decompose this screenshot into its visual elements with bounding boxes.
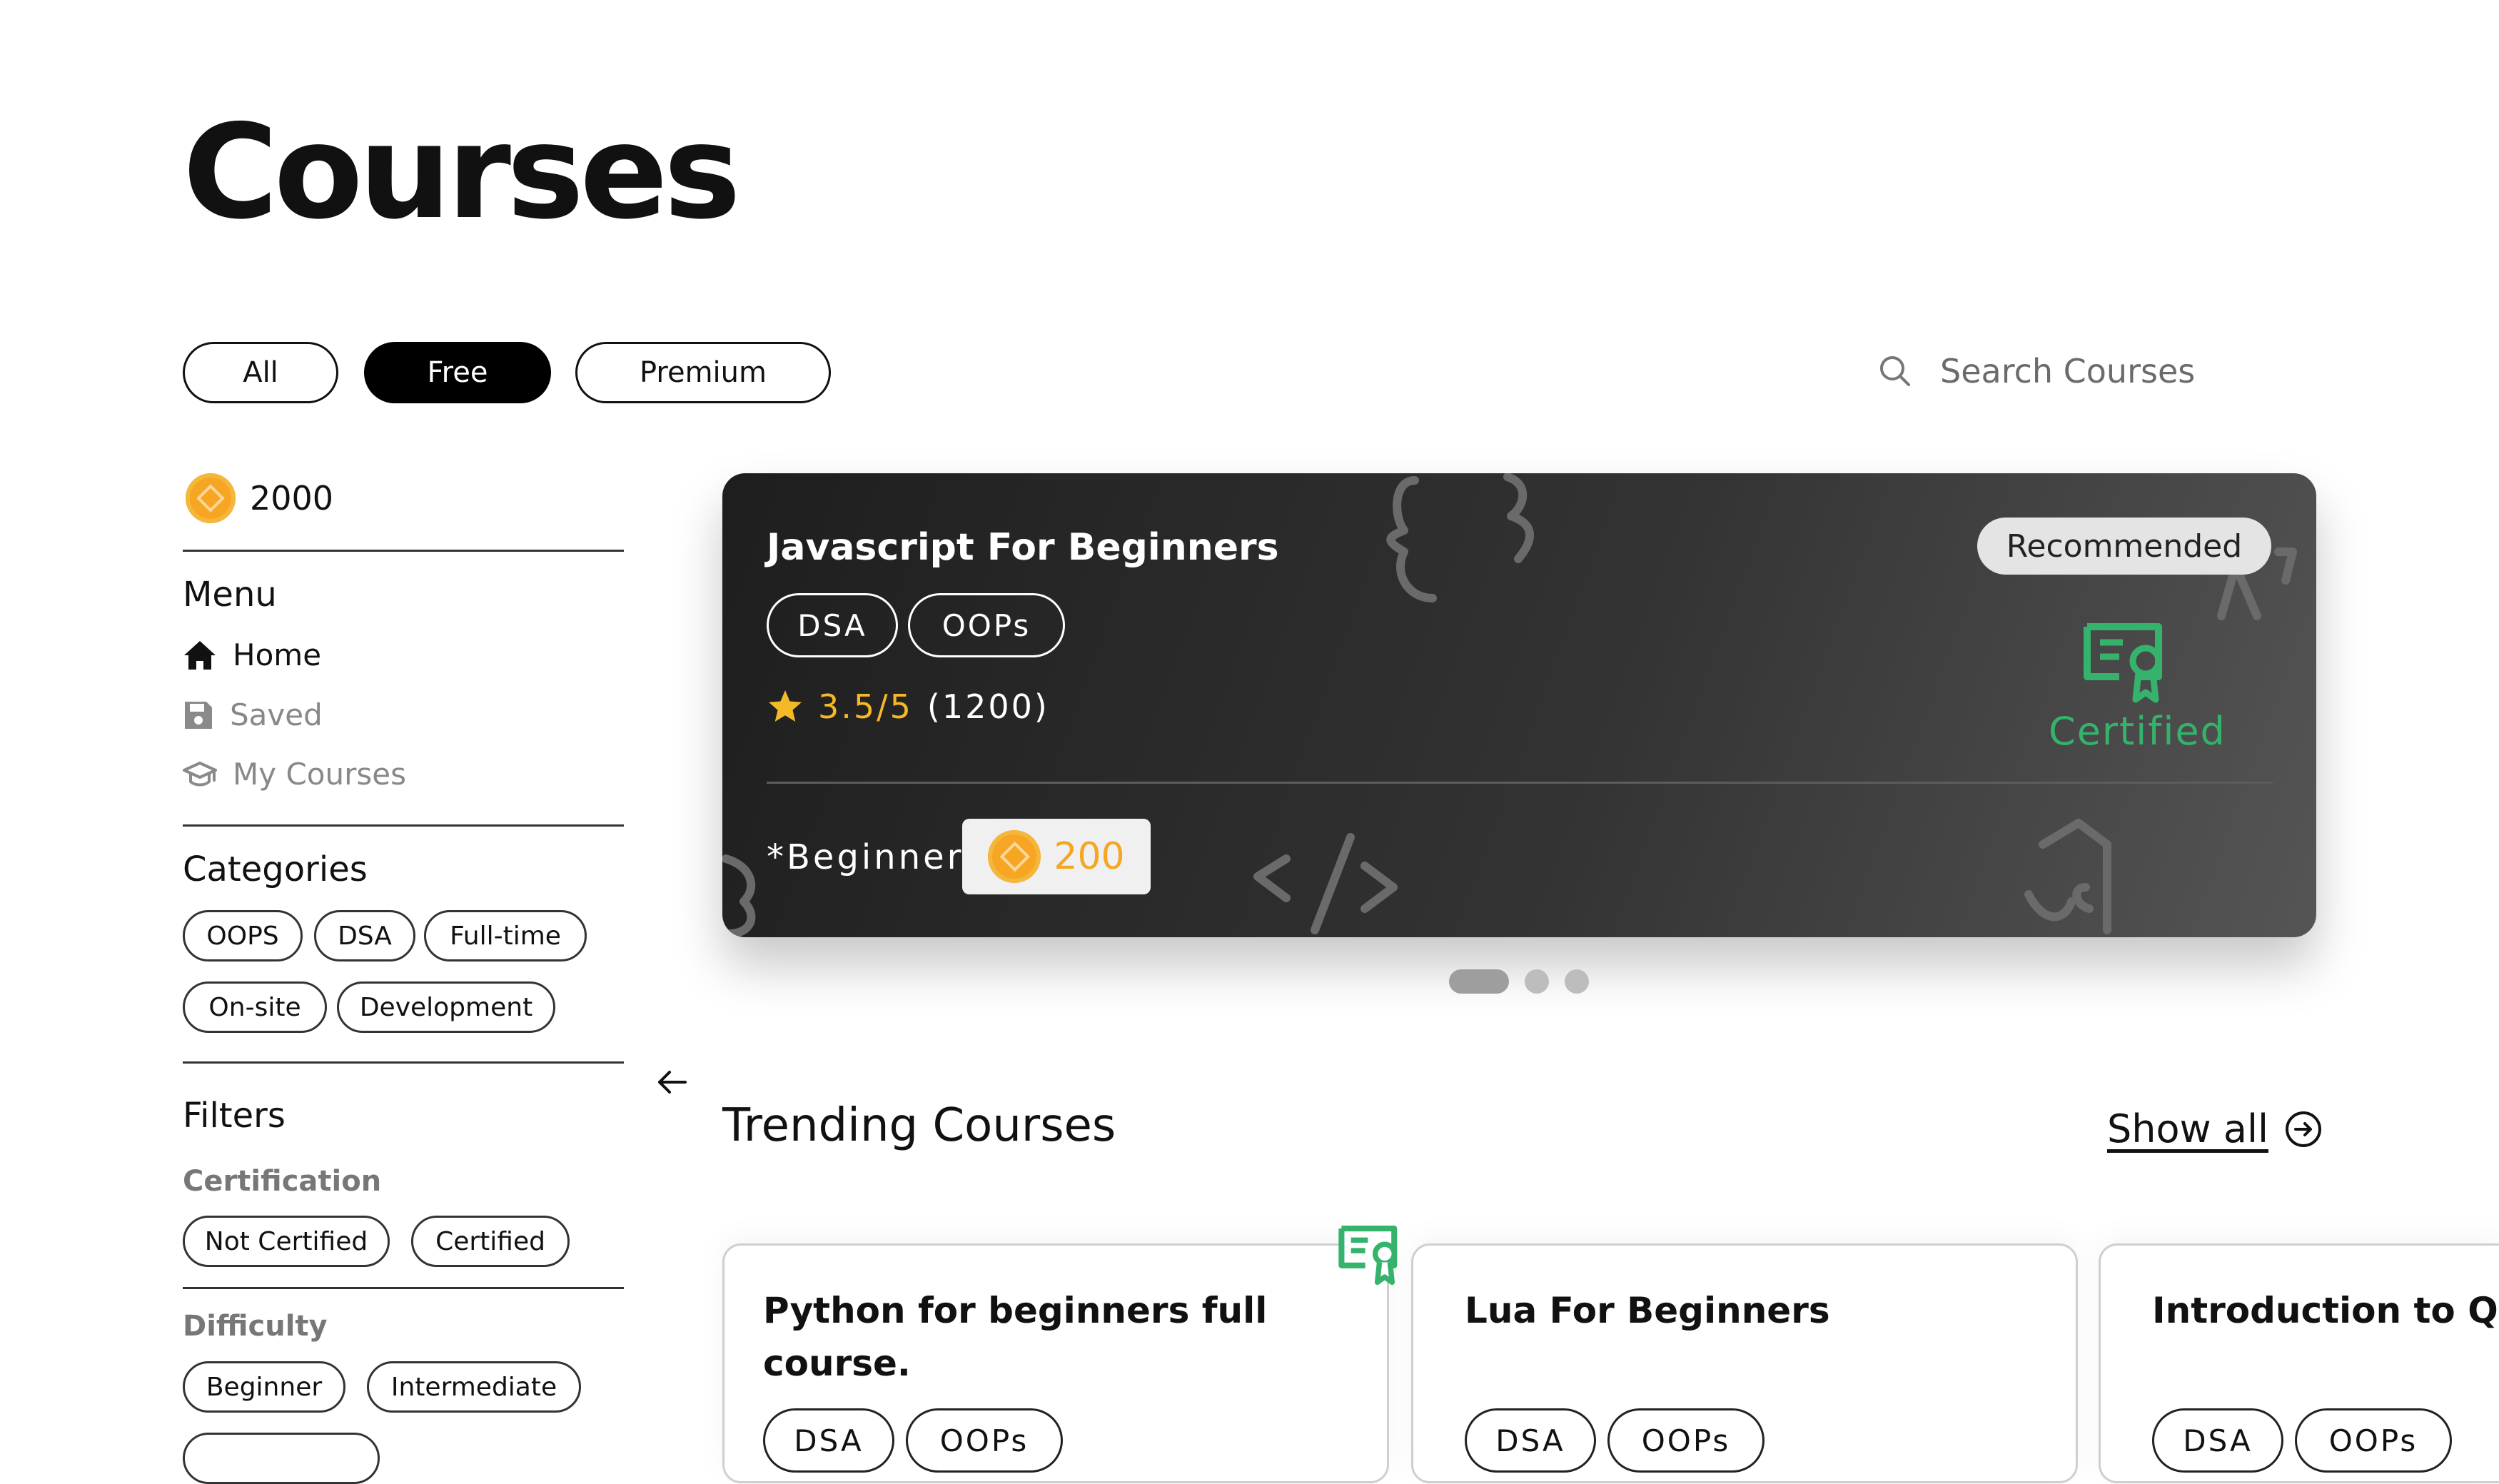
carousel-dot-active[interactable] <box>1449 969 1509 994</box>
carousel-dot[interactable] <box>1565 969 1589 994</box>
search-input[interactable]: Search Courses <box>1940 352 2195 390</box>
category-chip-development[interactable]: Development <box>337 981 555 1033</box>
course-title: Introduction to QBasic <box>2152 1290 2499 1331</box>
featured-price[interactable]: 200 <box>962 819 1151 894</box>
featured-tag-dsa: DSA <box>767 593 898 657</box>
divider <box>183 1287 624 1289</box>
coin-icon <box>186 473 236 523</box>
course-card[interactable]: Introduction to QBasic DSA OOPs <box>2099 1243 2499 1483</box>
sidebar-item-label: Home <box>233 637 322 672</box>
featured-tag-oops: OOPs <box>908 593 1065 657</box>
search-bar[interactable]: Search Courses <box>1877 350 2195 393</box>
featured-rating-count: (1200) <box>927 687 1049 726</box>
save-icon <box>185 701 212 729</box>
course-tag: DSA <box>763 1408 894 1473</box>
course-card[interactable]: Lua For Beginners DSA OOPs <box>1411 1243 2078 1483</box>
menu-heading: Menu <box>183 575 277 615</box>
category-chip-full-time[interactable]: Full-time <box>424 910 587 961</box>
category-chip-oops[interactable]: OOPS <box>183 910 303 961</box>
search-icon <box>1880 356 1910 386</box>
featured-rating-value: 3.5/5 <box>818 687 913 726</box>
braces-decoration-icon <box>1386 473 1534 602</box>
filter-chip-intermediate[interactable]: Intermediate <box>367 1361 581 1413</box>
sidebar-item-home[interactable]: Home <box>183 637 321 672</box>
category-chip-on-site[interactable]: On-site <box>183 981 327 1033</box>
arrow-left-icon[interactable] <box>655 1068 688 1096</box>
filter-chip-more[interactable] <box>183 1433 380 1484</box>
filter-chip-not-certified[interactable]: Not Certified <box>183 1216 390 1267</box>
categories-heading: Categories <box>183 849 368 889</box>
course-card[interactable]: Python for beginners full course. DSA OO… <box>722 1243 1389 1483</box>
featured-level: *Beginner <box>767 837 964 877</box>
code-decoration-icon <box>1253 833 1398 934</box>
filters-heading: Filters <box>183 1096 286 1136</box>
featured-rating: 3.5/5 (1200) <box>767 687 1049 726</box>
sidebar-item-my-courses[interactable]: My Courses <box>183 757 406 792</box>
coin-balance: 2000 <box>186 473 333 523</box>
sidebar-item-saved[interactable]: Saved <box>183 697 323 732</box>
filter-chip-beginner[interactable]: Beginner <box>183 1361 345 1413</box>
sidebar-item-label: My Courses <box>233 757 406 792</box>
certification-label: Certification <box>183 1165 382 1198</box>
show-all-link[interactable]: Show all <box>2107 1106 2323 1151</box>
star-icon <box>769 690 802 722</box>
coin-icon <box>988 830 1041 883</box>
page-title: Courses <box>183 96 741 248</box>
course-tag: OOPs <box>1607 1408 1765 1473</box>
filter-chip-certified[interactable]: Certified <box>411 1216 570 1267</box>
featured-price-value: 200 <box>1054 835 1125 878</box>
divider <box>183 550 624 552</box>
course-tag: DSA <box>1465 1408 1596 1473</box>
difficulty-label: Difficulty <box>183 1310 328 1343</box>
divider <box>767 782 2273 784</box>
graduation-cap-icon <box>183 761 217 786</box>
tab-all[interactable]: All <box>183 342 338 403</box>
certificate-icon <box>1338 1226 1398 1286</box>
featured-course-title: Javascript For Beginners <box>767 526 1279 569</box>
course-tag: OOPs <box>2295 1408 2452 1473</box>
carousel-indicator <box>1449 969 1589 994</box>
sidebar-item-label: Saved <box>230 697 323 732</box>
certificate-icon <box>2084 623 2162 703</box>
course-tag: DSA <box>2152 1408 2283 1473</box>
recommended-badge: Recommended <box>1977 518 2271 575</box>
coin-balance-value: 2000 <box>250 479 334 518</box>
course-tag: OOPs <box>906 1408 1063 1473</box>
certified-label: Certified <box>2049 709 2226 754</box>
course-title: Python for beginners full course. <box>763 1290 1268 1384</box>
carousel-dot[interactable] <box>1525 969 1549 994</box>
trending-heading: Trending Courses <box>722 1099 1116 1152</box>
course-title: Lua For Beginners <box>1465 1290 1830 1331</box>
divider <box>183 824 624 827</box>
js-file-decoration-icon <box>2024 819 2111 934</box>
arrow-right-circle-icon <box>2285 1111 2321 1147</box>
featured-course-card[interactable]: Javascript For Beginners DSA OOPs 3.5/5 … <box>722 473 2316 937</box>
tab-free[interactable]: Free <box>364 342 551 403</box>
divider <box>183 1061 624 1064</box>
category-chip-dsa[interactable]: DSA <box>314 910 415 961</box>
show-all-label: Show all <box>2107 1106 2268 1151</box>
home-icon <box>184 640 216 670</box>
tab-premium[interactable]: Premium <box>575 342 831 403</box>
